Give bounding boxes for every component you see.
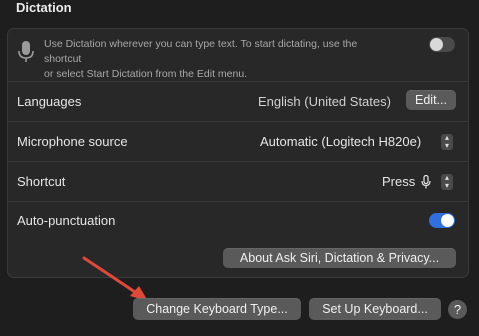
section-title: Dictation bbox=[16, 0, 72, 15]
about-siri-dictation-privacy-button[interactable]: About Ask Siri, Dictation & Privacy... bbox=[223, 248, 456, 268]
dictation-intro-row: Use Dictation wherever you can type text… bbox=[8, 29, 468, 81]
shortcut-row: Shortcut Press ▴ ▾ bbox=[8, 161, 468, 201]
microphone-icon bbox=[18, 41, 34, 62]
toggle-knob bbox=[441, 214, 454, 227]
chevron-updown-icon[interactable]: ▴ ▾ bbox=[441, 134, 453, 150]
dictation-description: Use Dictation wherever you can type text… bbox=[44, 37, 394, 82]
languages-value: English (United States) bbox=[258, 94, 391, 109]
auto-punctuation-toggle[interactable] bbox=[429, 213, 455, 228]
dictation-toggle[interactable] bbox=[429, 37, 455, 52]
dictation-panel: Use Dictation wherever you can type text… bbox=[7, 28, 469, 278]
microphone-source-value[interactable]: Automatic (Logitech H820e) bbox=[260, 134, 421, 149]
help-button[interactable]: ? bbox=[448, 300, 467, 319]
auto-punctuation-label: Auto-punctuation bbox=[17, 213, 116, 228]
auto-punctuation-row: Auto-punctuation bbox=[8, 201, 468, 241]
microphone-source-label: Microphone source bbox=[17, 134, 128, 149]
shortcut-value[interactable]: Press bbox=[382, 174, 415, 189]
shortcut-label: Shortcut bbox=[17, 174, 66, 189]
toggle-knob bbox=[430, 38, 443, 51]
languages-row: Languages English (United States) Edit..… bbox=[8, 81, 468, 121]
microphone-icon bbox=[421, 175, 431, 189]
dictation-description-line1: Use Dictation wherever you can type text… bbox=[44, 38, 358, 65]
set-up-keyboard-button[interactable]: Set Up Keyboard... bbox=[309, 298, 441, 320]
microphone-source-row: Microphone source Automatic (Logitech H8… bbox=[8, 121, 468, 161]
chevron-updown-icon[interactable]: ▴ ▾ bbox=[441, 174, 453, 190]
dictation-description-line2: or select Start Dictation from the Edit … bbox=[44, 68, 248, 80]
change-keyboard-type-button[interactable]: Change Keyboard Type... bbox=[133, 298, 301, 320]
languages-edit-button[interactable]: Edit... bbox=[406, 90, 456, 110]
languages-label: Languages bbox=[17, 94, 82, 109]
